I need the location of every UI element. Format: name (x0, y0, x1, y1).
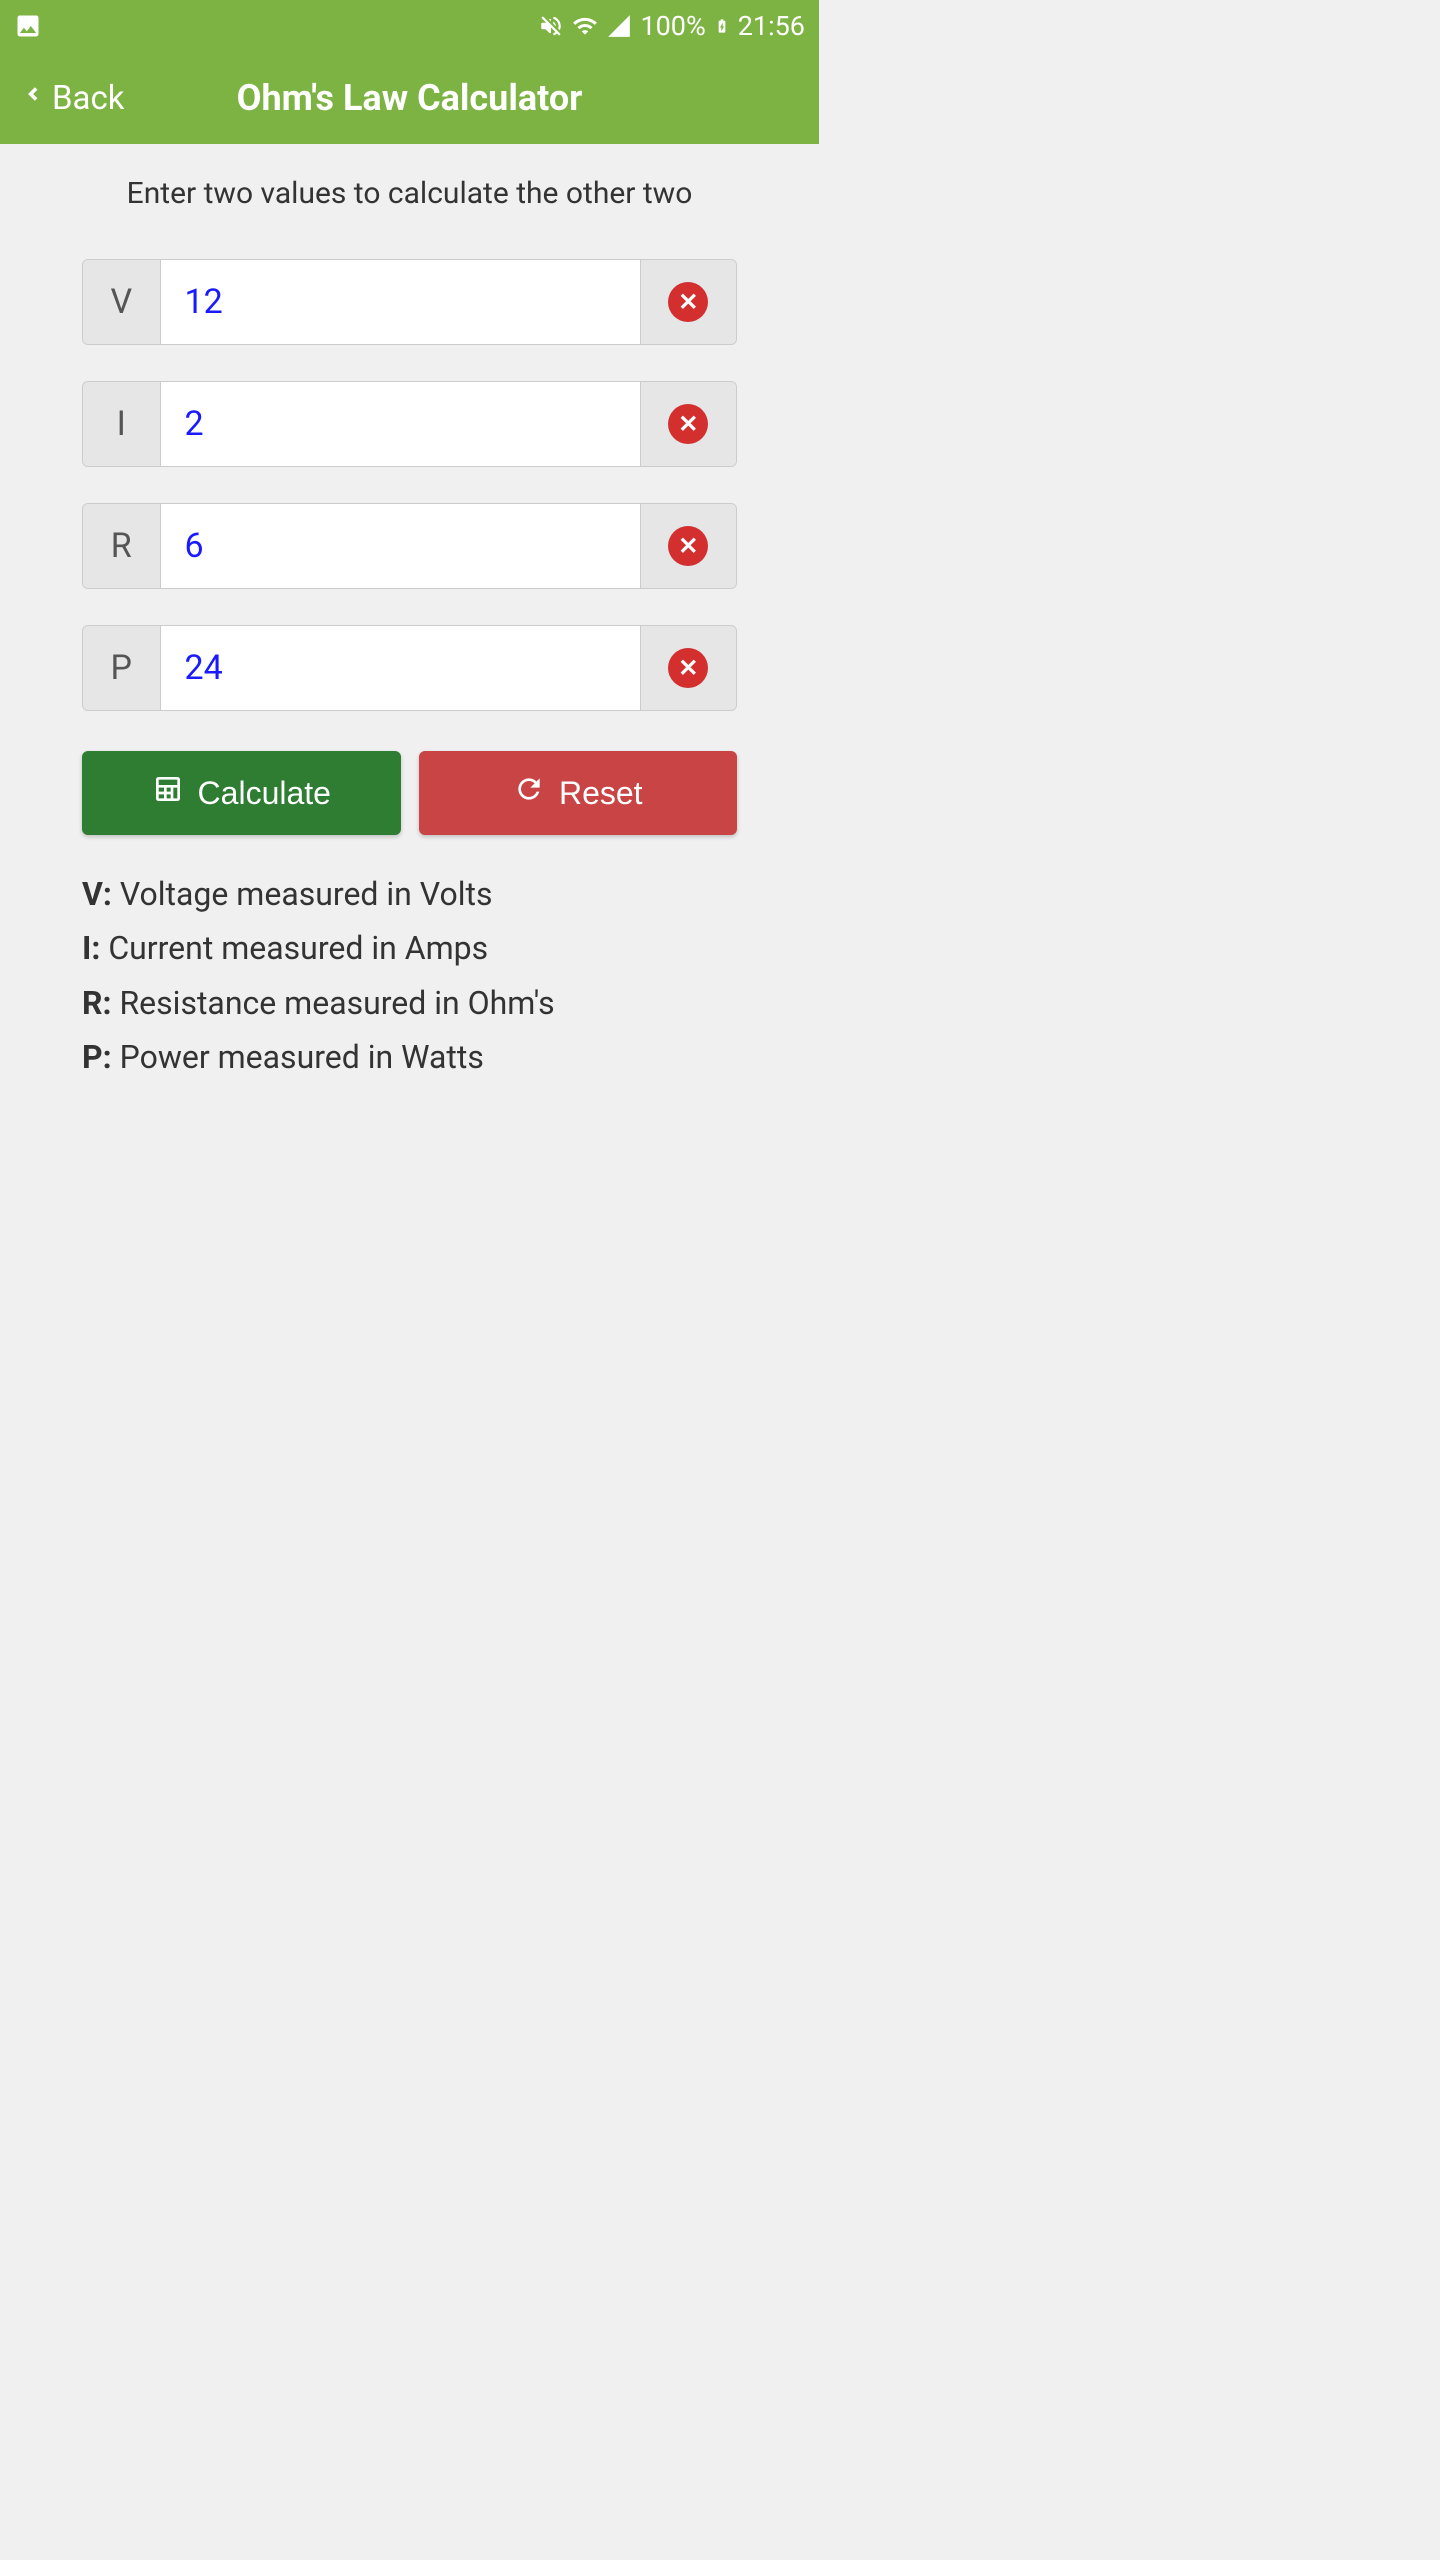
legend-resistance: R: Resistance measured in Ohm's (82, 976, 737, 1030)
reset-button[interactable]: Reset (419, 751, 738, 835)
close-icon: ✕ (668, 282, 708, 322)
resistance-input[interactable] (161, 504, 640, 588)
power-label: P (83, 626, 161, 710)
current-input[interactable] (161, 382, 640, 466)
close-icon: ✕ (668, 648, 708, 688)
instruction-text: Enter two values to calculate the other … (28, 176, 791, 211)
resistance-label: R (83, 504, 161, 588)
legend-current: I: Current measured in Amps (82, 921, 737, 975)
chevron-left-icon (22, 77, 44, 120)
reset-icon (513, 773, 545, 813)
voltage-row: V ✕ (82, 259, 737, 345)
status-right: 100% 21:56 (538, 10, 805, 42)
calculator-icon (152, 773, 184, 813)
wifi-icon (572, 13, 598, 39)
status-bar: 100% 21:56 (0, 0, 819, 52)
close-icon: ✕ (668, 404, 708, 444)
voltage-clear-button[interactable]: ✕ (640, 260, 736, 344)
mute-icon (538, 13, 564, 39)
back-button[interactable]: Back (22, 77, 125, 120)
power-row: P ✕ (82, 625, 737, 711)
battery-charging-icon (714, 13, 730, 39)
current-row: I ✕ (82, 381, 737, 467)
calculate-button[interactable]: Calculate (82, 751, 401, 835)
power-input[interactable] (161, 626, 640, 710)
resistance-clear-button[interactable]: ✕ (640, 504, 736, 588)
signal-icon (606, 13, 632, 39)
voltage-input[interactable] (161, 260, 640, 344)
voltage-label: V (83, 260, 161, 344)
legend-voltage: V: Voltage measured in Volts (82, 867, 737, 921)
back-label: Back (52, 79, 125, 118)
gallery-icon (14, 12, 42, 40)
buttons-row: Calculate Reset (82, 751, 737, 835)
close-icon: ✕ (668, 526, 708, 566)
calculate-label: Calculate (198, 775, 331, 812)
current-clear-button[interactable]: ✕ (640, 382, 736, 466)
reset-label: Reset (559, 775, 643, 812)
content-area: Enter two values to calculate the other … (0, 144, 819, 1117)
legend: V: Voltage measured in Volts I: Current … (82, 867, 737, 1085)
status-time: 21:56 (738, 10, 805, 42)
battery-percent: 100% (640, 10, 705, 42)
resistance-row: R ✕ (82, 503, 737, 589)
legend-power: P: Power measured in Watts (82, 1030, 737, 1084)
current-label: I (83, 382, 161, 466)
status-left (14, 12, 42, 40)
power-clear-button[interactable]: ✕ (640, 626, 736, 710)
app-bar: Back Ohm's Law Calculator (0, 52, 819, 144)
page-title: Ohm's Law Calculator (237, 77, 583, 119)
